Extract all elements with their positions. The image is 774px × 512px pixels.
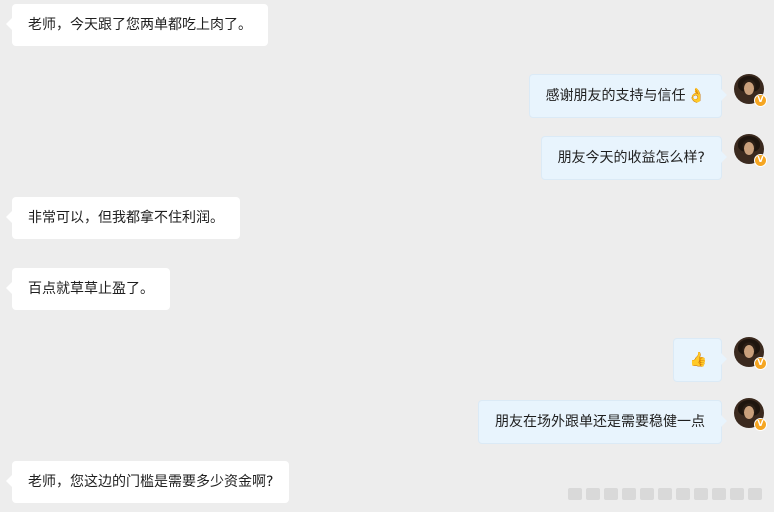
message-bubble-right[interactable]: 朋友今天的收益怎么样? <box>540 136 728 180</box>
message-text: 感谢朋友的支持与信任 <box>545 88 686 104</box>
watermark-icon <box>542 486 762 502</box>
message-text: 百点就草草止盈了。 <box>28 281 154 297</box>
thumbs-up-emoji-icon: 👍 <box>689 352 707 368</box>
message-bubble-left[interactable]: 老师，您这边的门槛是需要多少资金啊? <box>5 461 290 503</box>
message-bubble-left[interactable]: 老师，今天跟了您两单都吃上肉了。 <box>6 4 268 46</box>
message-text: 非常可以，但我都拿不住利润。 <box>28 210 224 226</box>
message-text: 老师，今天跟了您两单都吃上肉了。 <box>28 17 252 33</box>
ok-hand-emoji-icon: 👌 <box>687 88 705 104</box>
message-text: 朋友今天的收益怎么样? <box>557 150 705 166</box>
verified-badge-icon: V <box>754 418 767 431</box>
avatar[interactable]: V <box>734 134 767 167</box>
message-bubble-right[interactable]: 👍 <box>672 338 728 382</box>
message-bubble-left[interactable]: 百点就草草止盈了。 <box>6 268 170 310</box>
message-bubble-left[interactable]: 非常可以，但我都拿不住利润。 <box>6 197 240 239</box>
message-bubble-right[interactable]: 朋友在场外跟单还是需要稳健一点 <box>478 400 727 444</box>
message-text: 老师，您这边的门槛是需要多少资金啊? <box>28 474 274 490</box>
message-text: 朋友在场外跟单还是需要稳健一点 <box>495 414 705 430</box>
verified-badge-icon: V <box>754 357 767 370</box>
verified-badge-icon: V <box>754 94 767 107</box>
avatar[interactable]: V <box>734 74 767 107</box>
avatar[interactable]: V <box>734 398 767 431</box>
avatar[interactable]: V <box>734 337 767 370</box>
verified-badge-icon: V <box>754 154 767 167</box>
message-bubble-right[interactable]: 感谢朋友的支持与信任 👌 <box>528 74 728 118</box>
